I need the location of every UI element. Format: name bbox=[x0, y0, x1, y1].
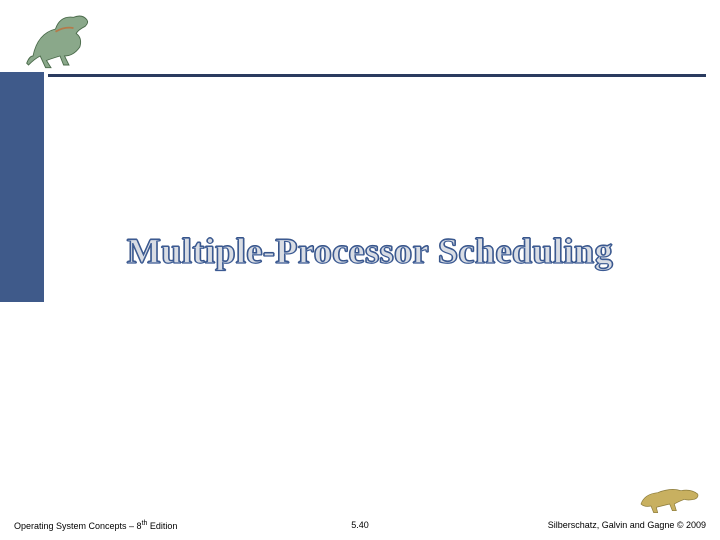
side-accent-bar bbox=[0, 72, 44, 302]
dinosaur-crouching-icon bbox=[636, 474, 706, 514]
slide-title: Multiple-Processor Scheduling bbox=[90, 230, 650, 272]
footer-page-number: 5.40 bbox=[14, 520, 706, 530]
header-rule bbox=[48, 74, 706, 77]
slide: Multiple-Processor Scheduling Operating … bbox=[0, 0, 720, 540]
dinosaur-running-icon bbox=[24, 6, 114, 70]
slide-footer: Operating System Concepts – 8th Edition … bbox=[14, 516, 706, 534]
